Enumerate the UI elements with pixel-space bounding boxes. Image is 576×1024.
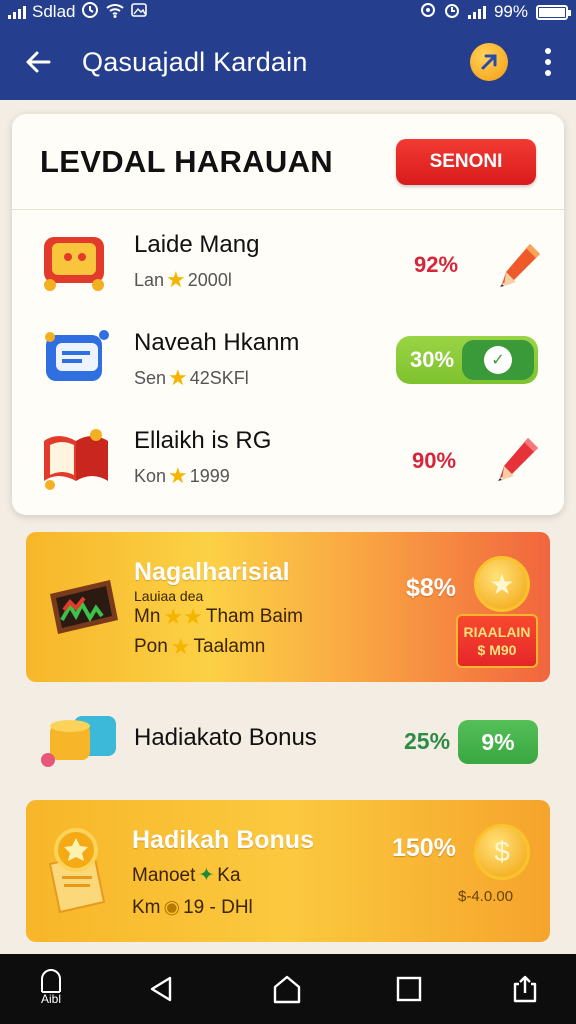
bonus-button[interactable]: 9%: [458, 720, 538, 764]
promo-line: Km ◉ 19 - DHl: [132, 896, 253, 919]
row-value: 90%: [412, 448, 457, 473]
coin-icon[interactable]: [470, 43, 508, 81]
dollar-medal-icon: $: [474, 824, 530, 880]
toggle-switch[interactable]: 30% ✓: [396, 336, 538, 384]
list-item[interactable]: Ellaikh is RG Kon ★ 1999 90%: [12, 408, 564, 506]
recents-nav-button[interactable]: [384, 964, 434, 1014]
clock-icon: [81, 1, 99, 24]
promo-title: Hadikah Bonus: [132, 826, 314, 854]
battery-percent: 99%: [493, 2, 528, 21]
bonus-value: 25%: [404, 728, 451, 754]
bonus-promo-banner[interactable]: Hadikah Bonus Manoet ✦ Ka Km ◉ 19 - DHl 150%…: [26, 800, 550, 942]
star-icon: ★: [168, 365, 188, 390]
card-title: LEVDAL HARAUAN: [40, 143, 333, 179]
promo-line: Pon ★ Taalamn: [134, 634, 266, 659]
row-name: Laide Mang: [134, 231, 260, 258]
share-nav-button[interactable]: [500, 964, 550, 1014]
promo-value: 150%: [392, 834, 456, 862]
pencil-icon[interactable]: [488, 432, 548, 492]
row-value: 92%: [414, 252, 459, 277]
card-header: LEVDAL HARAUAN SENONI: [12, 114, 564, 210]
book-icon: [38, 421, 116, 493]
bonus-ticket-icon: [40, 824, 114, 919]
promo-banner[interactable]: Nagalharisial Lauiaa dea Mn ★★ Tham Baim P…: [26, 532, 550, 682]
row-sub: Kon ★ 1999: [134, 463, 230, 488]
status-bar: Sdlad 99%: [0, 0, 576, 24]
promo-footer: $-4.0.00: [458, 888, 514, 905]
bonus-name: Hadiakato Bonus: [134, 724, 317, 751]
star-icon: ★: [170, 634, 191, 659]
alarm-icon: [444, 2, 460, 23]
row-sub: Lan ★ 2000l: [134, 267, 232, 292]
chat-icon: [38, 323, 116, 395]
promo-line: Lauiaa dea: [134, 588, 204, 604]
promo-title: Nagalharisial: [134, 558, 290, 586]
carrier-name: Sdlad: [32, 2, 76, 21]
signal-strength-icon: [467, 5, 486, 19]
star-icon: ★: [168, 463, 188, 488]
list-item[interactable]: Laide Mang Lan ★ 2000l 92%: [12, 212, 564, 310]
bonus-row[interactable]: Hadiakato Bonus 25% 9%: [26, 700, 550, 784]
home-nav-button[interactable]: [262, 964, 312, 1014]
page-title: Qasuajadl Kardain: [82, 46, 308, 77]
row-name: Naveah Hkanm: [134, 329, 300, 356]
system-nav-bar: Aibl: [0, 954, 576, 1024]
coin-small-icon: ◉: [163, 897, 181, 918]
home-app-button[interactable]: Aibl: [26, 962, 76, 1012]
sync-icon: [420, 2, 436, 23]
more-vert-icon[interactable]: [538, 48, 558, 76]
pencil-icon[interactable]: [490, 238, 550, 298]
row-name: Ellaikh is RG: [134, 427, 272, 454]
gift-box-icon: [38, 225, 116, 297]
promo-line: Manoet ✦ Ka: [132, 864, 241, 887]
back-arrow-icon[interactable]: [18, 42, 58, 82]
star-icon: ★: [166, 267, 186, 292]
star-icon: ★★: [163, 604, 203, 629]
star-medal-icon: ★: [474, 556, 530, 612]
toggle-knob: ✓: [462, 340, 534, 380]
chest-icon: [44, 570, 124, 653]
back-nav-button[interactable]: [136, 964, 186, 1014]
promo-line: Mn ★★ Tham Baim: [134, 604, 303, 629]
row-sub: Sen ★ 42SKFl: [134, 365, 249, 390]
wifi-icon: [105, 2, 125, 23]
signal-icon: [8, 5, 26, 19]
toggle-value: 30%: [410, 347, 455, 372]
check-icon: ✓: [484, 346, 512, 374]
level-card: LEVDAL HARAUAN SENONI Laide Mang Lan ★ 200…: [12, 114, 564, 515]
sparkle-icon: ✦: [198, 865, 215, 886]
promo-value: $8%: [406, 574, 457, 602]
promo-badge[interactable]: RIAALAIN $ M90: [456, 614, 538, 668]
home-app-label: Aibl: [40, 992, 61, 1006]
battery-icon: [536, 4, 571, 20]
image-icon: [131, 2, 148, 22]
list-item[interactable]: Naveah Hkanm Sen ★ 42SKFl 30% ✓: [12, 310, 564, 408]
app-bar: Qasuajadl Kardain: [0, 24, 576, 100]
bonus-gift-icon: [36, 708, 128, 779]
senoni-button[interactable]: SENONI: [396, 138, 536, 185]
